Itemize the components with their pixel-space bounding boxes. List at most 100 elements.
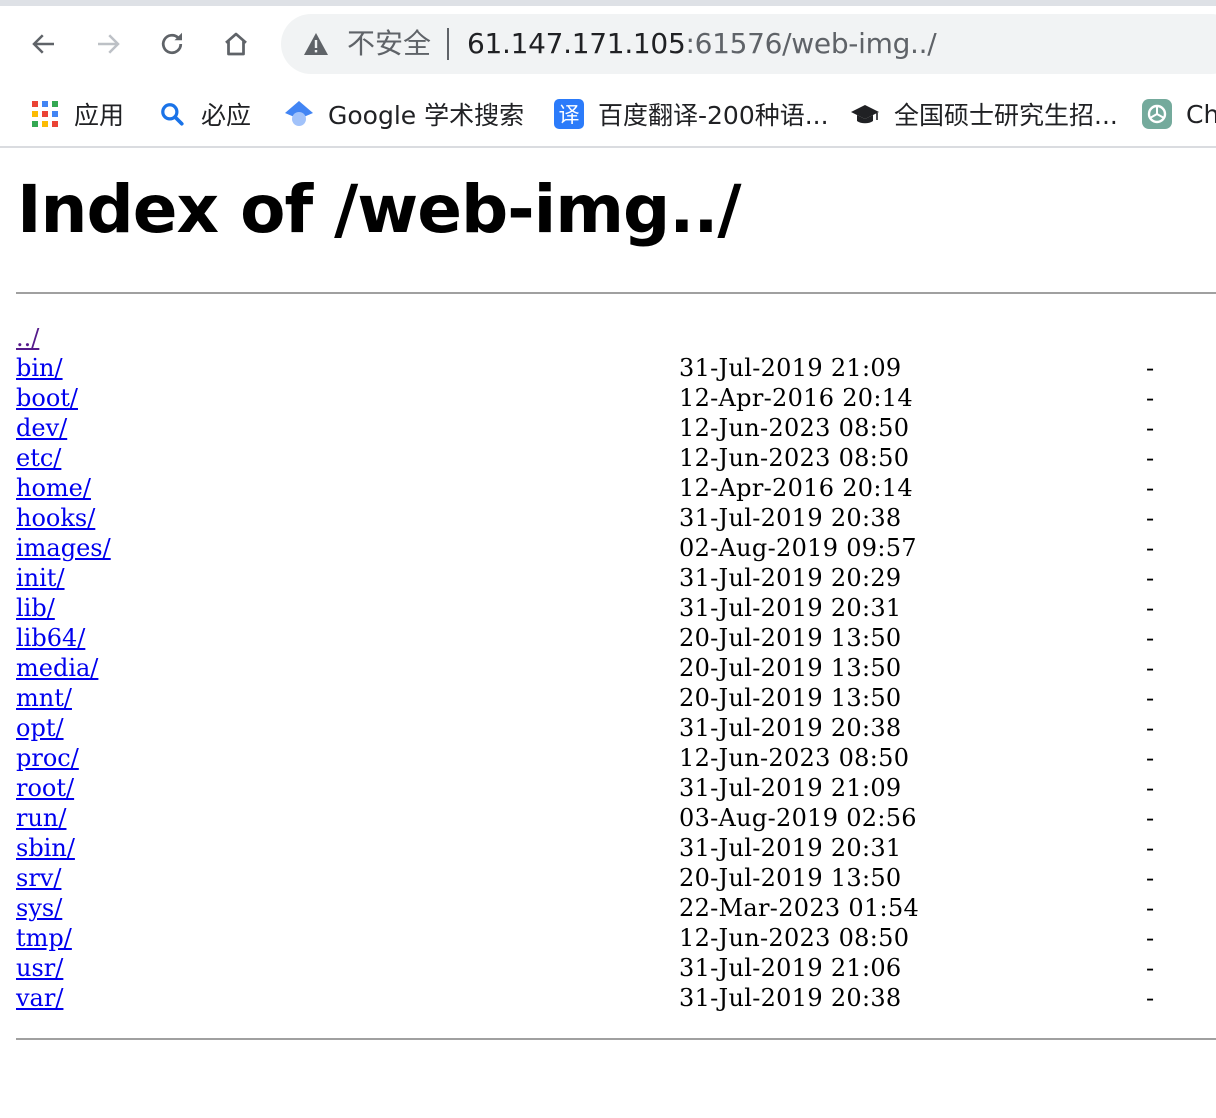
modified-date: 12-Jun-2023 08:50: [679, 744, 910, 772]
bookmark-label: Ch: [1186, 99, 1216, 129]
file-size: -: [1146, 414, 1155, 442]
modified-date: 12-Jun-2023 08:50: [679, 924, 910, 952]
file-size: -: [1146, 624, 1155, 652]
bookmark-label: 应用: [74, 101, 125, 130]
modified-date: 31-Jul-2019 20:38: [679, 504, 902, 532]
table-row: usr/31-Jul-2019 21:06 -: [16, 953, 1216, 983]
page-content: Index of /web-img../ ../bin/31-Jul-2019 …: [0, 148, 1216, 1118]
file-size: -: [1146, 504, 1155, 532]
directory-link[interactable]: hooks/: [16, 503, 95, 533]
file-size: -: [1146, 864, 1155, 892]
horizontal-rule-bottom: [16, 1038, 1216, 1040]
table-row: images/02-Aug-2019 09:57 -: [16, 533, 1216, 563]
bookmark-baidu-translate[interactable]: 译 百度翻译-200种语...: [554, 94, 829, 134]
directory-link[interactable]: usr/: [16, 953, 63, 983]
arrow-right-icon: [98, 34, 120, 54]
address-bar[interactable]: 不安全 61.147.171.105:61576/web-img../: [281, 14, 1216, 74]
directory-link[interactable]: init/: [16, 563, 65, 593]
modified-date: 31-Jul-2019 21:09: [679, 354, 902, 382]
directory-link[interactable]: sys/: [16, 893, 62, 923]
parent-directory-link[interactable]: ../: [16, 323, 39, 353]
chatgpt-icon: [1142, 99, 1172, 129]
table-row: bin/31-Jul-2019 21:09 -: [16, 353, 1216, 383]
table-row: boot/12-Apr-2016 20:14 -: [16, 383, 1216, 413]
directory-link[interactable]: lib64/: [16, 623, 85, 653]
omnibox-divider: [447, 28, 449, 60]
url-text[interactable]: 61.147.171.105:61576/web-img../: [467, 28, 937, 60]
table-row: tmp/12-Jun-2023 08:50 -: [16, 923, 1216, 953]
bookmark-google-scholar[interactable]: Google 学术搜索: [284, 94, 524, 134]
modified-date: 31-Jul-2019 20:38: [679, 714, 902, 742]
file-size: -: [1146, 384, 1155, 412]
directory-link[interactable]: sbin/: [16, 833, 75, 863]
bookmark-label: 百度翻译-200种语...: [598, 101, 829, 130]
table-row: init/31-Jul-2019 20:29 -: [16, 563, 1216, 593]
bookmark-graduate-admissions[interactable]: 全国硕士研究生招...: [850, 94, 1118, 134]
table-row: root/31-Jul-2019 21:09 -: [16, 773, 1216, 803]
bookmark-bing[interactable]: 必应: [157, 94, 251, 134]
file-size: -: [1146, 684, 1155, 712]
file-size: -: [1146, 744, 1155, 772]
directory-link[interactable]: proc/: [16, 743, 79, 773]
back-button[interactable]: [24, 24, 64, 64]
directory-link[interactable]: home/: [16, 473, 91, 503]
directory-link[interactable]: srv/: [16, 863, 61, 893]
baidu-translate-icon: 译: [554, 99, 584, 129]
horizontal-rule-top: [16, 292, 1216, 294]
graduation-cap-icon: [850, 99, 880, 129]
directory-link[interactable]: mnt/: [16, 683, 72, 713]
file-size: -: [1146, 804, 1155, 832]
file-size: -: [1146, 594, 1155, 622]
reload-button[interactable]: [152, 24, 192, 64]
directory-link[interactable]: tmp/: [16, 923, 72, 953]
file-size: -: [1146, 954, 1155, 982]
directory-link[interactable]: opt/: [16, 713, 64, 743]
directory-link[interactable]: dev/: [16, 413, 67, 443]
table-row: lib/31-Jul-2019 20:31 -: [16, 593, 1216, 623]
file-size: -: [1146, 984, 1155, 1012]
table-row: srv/20-Jul-2019 13:50 -: [16, 863, 1216, 893]
table-row: run/03-Aug-2019 02:56 -: [16, 803, 1216, 833]
forward-button[interactable]: [88, 24, 128, 64]
directory-link[interactable]: images/: [16, 533, 111, 563]
directory-link[interactable]: var/: [16, 983, 63, 1013]
table-row: lib64/20-Jul-2019 13:50 -: [16, 623, 1216, 653]
bookmark-chatgpt[interactable]: Ch: [1142, 94, 1216, 134]
file-size: -: [1146, 444, 1155, 472]
directory-link[interactable]: lib/: [16, 593, 55, 623]
bookmark-label: 全国硕士研究生招...: [894, 101, 1118, 130]
modified-date: 31-Jul-2019 20:31: [679, 594, 902, 622]
reload-icon: [161, 32, 183, 55]
directory-link[interactable]: root/: [16, 773, 74, 803]
home-icon: [225, 32, 247, 56]
file-size: -: [1146, 924, 1155, 952]
table-row: sbin/31-Jul-2019 20:31 -: [16, 833, 1216, 863]
modified-date: 31-Jul-2019 21:06: [679, 954, 902, 982]
modified-date: 20-Jul-2019 13:50: [679, 624, 902, 652]
directory-link[interactable]: boot/: [16, 383, 78, 413]
modified-date: 31-Jul-2019 20:38: [679, 984, 902, 1012]
file-size: -: [1146, 474, 1155, 502]
bookmark-apps[interactable]: 应用: [30, 94, 124, 134]
directory-link[interactable]: etc/: [16, 443, 61, 473]
arrow-left-icon: [32, 34, 54, 54]
file-size: -: [1146, 774, 1155, 802]
table-row: media/20-Jul-2019 13:50 -: [16, 653, 1216, 683]
modified-date: 20-Jul-2019 13:50: [679, 864, 902, 892]
modified-date: 12-Jun-2023 08:50: [679, 444, 910, 472]
security-status-label[interactable]: 不安全: [347, 28, 431, 60]
modified-date: 02-Aug-2019 09:57: [679, 534, 917, 562]
table-row: ../: [16, 323, 1216, 353]
modified-date: 20-Jul-2019 13:50: [679, 654, 902, 682]
modified-date: 03-Aug-2019 02:56: [679, 804, 917, 832]
directory-link[interactable]: media/: [16, 653, 98, 683]
directory-link[interactable]: run/: [16, 803, 66, 833]
file-size: -: [1146, 714, 1155, 742]
modified-date: 22-Mar-2023 01:54: [679, 894, 920, 922]
table-row: mnt/20-Jul-2019 13:50 -: [16, 683, 1216, 713]
modified-date: 12-Jun-2023 08:50: [679, 414, 910, 442]
svg-text:译: 译: [559, 103, 580, 127]
home-button[interactable]: [216, 24, 256, 64]
table-row: dev/12-Jun-2023 08:50 -: [16, 413, 1216, 443]
directory-link[interactable]: bin/: [16, 353, 63, 383]
